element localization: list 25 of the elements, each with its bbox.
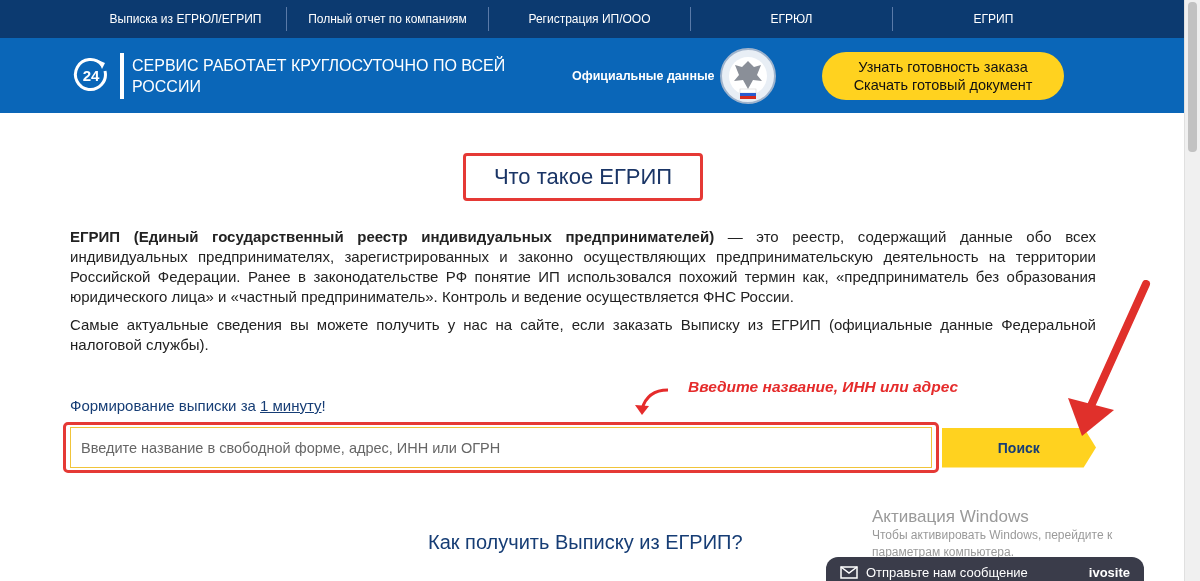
annotation-text: Введите название, ИНН или адрес	[688, 378, 959, 396]
order-status-button[interactable]: Узнать готовность заказа Скачать готовый документ	[822, 51, 1064, 100]
nav-link[interactable]: Регистрация ИП/ООО	[489, 12, 690, 26]
nav-link[interactable]: ЕГРИП	[893, 12, 1094, 26]
scrollbar-thumb[interactable]	[1188, 2, 1197, 152]
search-button[interactable]: Поиск	[941, 427, 1096, 468]
search-input-field[interactable]: Введите название в свободной форме, адрес, ИНН или ОГРН	[70, 427, 932, 468]
activation-text: Чтобы активировать Windows, перейдите к	[872, 527, 1113, 544]
envelope-icon	[840, 565, 858, 579]
paragraph: Самые актуальные сведения вы можете получить у нас на сайте, если заказать Выписку из ЕГРИП (официальные данные Федеральной налоговой службы).	[70, 315, 1096, 355]
activation-title: Активация Windows	[872, 507, 1030, 527]
service-slogan: СЕРВИС РАБОТАЕТ КРУГЛОСУТОЧНО ПО ВСЕЙ РОССИИ	[132, 55, 507, 97]
page-title: Что такое ЕГРИП	[462, 153, 704, 201]
minute-link[interactable]: 1 минуту	[260, 397, 322, 414]
official-data-label: Официальные данные	[572, 68, 715, 83]
section-heading: Как получить Выписку из ЕГРИП?	[428, 531, 743, 554]
chat-widget[interactable]: Отправьте нам сообщение ivosite	[826, 557, 1144, 581]
scrollbar[interactable]	[1184, 0, 1200, 581]
emblem-icon	[718, 46, 777, 105]
chat-brand: ivosite	[1088, 564, 1130, 580]
nav-link[interactable]: Полный отчет по компаниям	[287, 12, 488, 26]
nav-link[interactable]: ЕГРЮЛ	[691, 12, 892, 26]
nav-link[interactable]: Выписка из ЕГРЮЛ/ЕГРИП	[85, 12, 286, 26]
paragraph: ЕГРИП (Единый государственный реестр индивидуальных предпринимателей) — это реестр, содержащий данные обо всех индивидуальных предпринимателях, зарегистрированных и законно осуществляющих предпринимательскую деятельность на территории Российской Федерации. Ранее в законодательстве РФ понятие ИП использовался похожий термин как, «предприниматель без образования юридического лица» и «частный предприниматель». Контроль и ведение осуществляется ФНС России.	[70, 227, 1096, 307]
chat-label: Отправьте нам сообщение	[866, 564, 1028, 580]
